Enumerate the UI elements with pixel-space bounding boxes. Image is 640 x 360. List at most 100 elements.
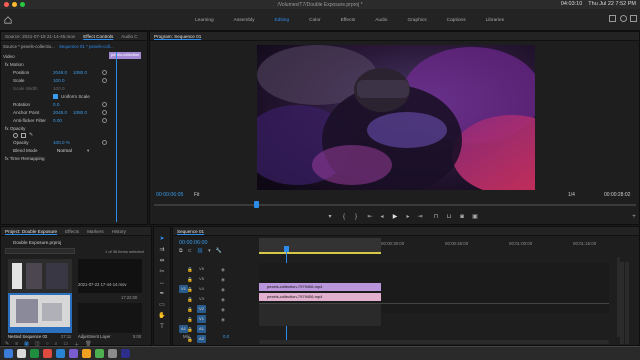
ec-position-y[interactable]: 1080.0 — [73, 70, 87, 75]
slip-tool-icon[interactable]: ↔ — [158, 279, 166, 287]
add-marker-button[interactable]: ▾ — [326, 213, 334, 221]
ec-header-source[interactable]: Source * pexels-collectio... — [3, 44, 55, 49]
premiere-icon[interactable] — [69, 349, 78, 358]
timeline-scrollbar[interactable] — [259, 340, 609, 344]
tab-captions[interactable]: Captions — [437, 18, 476, 23]
reset-anchor-icon[interactable] — [102, 110, 107, 115]
snap-icon[interactable]: ⊂ — [188, 248, 192, 254]
home-icon[interactable] — [4, 16, 12, 24]
ec-blend-select[interactable]: Normal — [57, 148, 72, 153]
track-label-v5[interactable]: V5 — [197, 275, 206, 283]
timeline-tab[interactable]: Sequence 01 — [173, 229, 208, 234]
track-label-v1[interactable]: V1 — [197, 315, 206, 323]
tab-graphics[interactable]: Graphics — [397, 18, 436, 23]
work-area-bar[interactable] — [259, 238, 381, 253]
music-icon[interactable] — [43, 349, 52, 358]
pen-tool-icon[interactable]: ✒ — [158, 290, 166, 298]
razor-tool-icon[interactable]: ✂ — [158, 268, 166, 276]
track-label-v3[interactable]: V3 — [197, 295, 206, 303]
ec-time-remapping[interactable]: fx Time Remapping — [5, 156, 45, 161]
lock-icons[interactable]: 🔒 🔒 🔒 🔒 🔒 🔒 🔒 🔒 — [187, 265, 193, 345]
mark-in-button[interactable]: { — [340, 213, 348, 221]
facetime-icon[interactable] — [95, 349, 104, 358]
settings-wrench-icon[interactable]: 🔧 — [216, 248, 222, 254]
track-label-a2[interactable]: A2 — [197, 335, 206, 343]
track-label-v6[interactable]: V6 — [197, 265, 206, 273]
thumb-video-clip[interactable] — [78, 259, 142, 293]
tab-effects[interactable]: Effects — [331, 18, 366, 23]
rectangle-tool-icon[interactable]: ▭ — [158, 301, 166, 309]
program-title[interactable]: Program: Sequence 01 — [150, 34, 205, 39]
track-label-v2[interactable]: V2 — [197, 305, 206, 313]
program-timecode[interactable]: 00:00:06:05 — [156, 192, 183, 198]
ec-rotation-value[interactable]: 0.0 — [53, 102, 59, 107]
tab-learning[interactable]: Learning — [185, 18, 224, 23]
tab-color[interactable]: Color — [299, 18, 330, 23]
finder-icon[interactable] — [4, 349, 13, 358]
track-label-v4[interactable]: V4 — [197, 285, 206, 293]
settings-icon[interactable] — [108, 349, 117, 358]
ellipse-mask-icon[interactable] — [13, 133, 18, 138]
ec-anchor-y[interactable]: 1080.0 — [73, 110, 87, 115]
ec-motion[interactable]: fx Motion — [5, 62, 24, 67]
timeline-timecode[interactable]: 00:00:06:00 — [179, 240, 207, 246]
clock[interactable]: Thu Jul 22 7:52 PM — [588, 1, 636, 7]
ec-clip-label[interactable]: pexels-collection — [109, 52, 141, 59]
track-select-tool-icon[interactable]: ⇉ — [158, 246, 166, 254]
go-to-out-button[interactable]: ⇥ — [416, 213, 424, 221]
tab-project[interactable]: Project: Double Exposure — [1, 229, 61, 234]
mark-out-button[interactable]: } — [352, 213, 360, 221]
ec-flicker-value[interactable]: 0.00 — [53, 118, 62, 123]
linked-selection-icon[interactable]: ⛓ — [197, 248, 203, 254]
selection-tool-icon[interactable]: ➤ — [158, 235, 166, 243]
clip-v2[interactable]: pexels-collection-7979406.mp4 — [259, 283, 381, 291]
uniform-scale-checkbox[interactable] — [53, 94, 58, 99]
step-back-button[interactable]: ◂ — [378, 213, 386, 221]
notes-icon[interactable] — [82, 349, 91, 358]
rectangle-mask-icon[interactable] — [21, 133, 26, 138]
export-icon[interactable] — [609, 15, 616, 22]
thumb-adjustment-layer[interactable] — [78, 303, 142, 333]
ripple-edit-tool-icon[interactable]: ⇹ — [158, 257, 166, 265]
item-name[interactable]: Adjustment Layer — [78, 334, 111, 339]
tab-effects-panel[interactable]: Effects — [61, 229, 83, 234]
extract-button[interactable]: ⊔ — [445, 213, 453, 221]
tab-markers[interactable]: Markers — [83, 229, 108, 234]
tab-effect-controls[interactable]: Effect Controls — [79, 34, 117, 39]
comparison-view-button[interactable]: ▣ — [471, 213, 479, 221]
track-label-a1[interactable]: A1 — [197, 325, 206, 333]
ec-opacity[interactable]: fx Opacity — [5, 126, 25, 131]
tab-source[interactable]: Source: 2021-07-19 21-14-45.mov — [1, 34, 79, 39]
thumb-sequence-01[interactable] — [8, 259, 72, 293]
tab-audio[interactable]: Audio — [365, 18, 397, 23]
add-button-icon[interactable]: + — [630, 213, 638, 221]
reset-scale-icon[interactable] — [102, 78, 107, 83]
item-name[interactable]: Nested Sequence 03 — [8, 334, 47, 339]
app-store-icon[interactable] — [56, 349, 65, 358]
launchpad-icon[interactable] — [17, 349, 26, 358]
program-video-frame[interactable] — [257, 45, 535, 190]
reset-rotation-icon[interactable] — [102, 102, 107, 107]
tab-assembly[interactable]: Assembly — [224, 18, 265, 23]
audio-tracks-area[interactable] — [259, 304, 381, 326]
ec-anchor-x[interactable]: 2048.0 — [53, 110, 67, 115]
thumb-nested-sequence[interactable] — [8, 293, 72, 333]
chevron-down-icon[interactable]: ▾ — [87, 148, 89, 154]
quality-select[interactable]: 1/4 — [568, 192, 575, 198]
reset-position-icon[interactable] — [102, 70, 107, 75]
step-forward-button[interactable]: ▸ — [404, 213, 412, 221]
program-playhead[interactable] — [254, 201, 259, 208]
mix-value[interactable]: 0.0 — [223, 334, 229, 339]
tab-history[interactable]: History — [108, 229, 130, 234]
tab-audio-clip-mixer[interactable]: Audio C — [117, 34, 141, 39]
ec-position-x[interactable]: 2048.0 — [53, 70, 67, 75]
ec-scale-value[interactable]: 100.0 — [53, 78, 65, 83]
play-button[interactable]: ▶ — [391, 213, 399, 221]
reset-opacity-icon[interactable] — [102, 140, 107, 145]
messages-icon[interactable] — [30, 349, 39, 358]
program-scrub-bar[interactable] — [154, 204, 636, 206]
record-time[interactable]: 04:03:10 — [561, 1, 582, 7]
fullscreen-icon[interactable] — [630, 15, 637, 22]
hand-tool-icon[interactable]: ✋ — [158, 312, 166, 320]
pen-mask-icon[interactable]: ✎ — [29, 133, 34, 138]
